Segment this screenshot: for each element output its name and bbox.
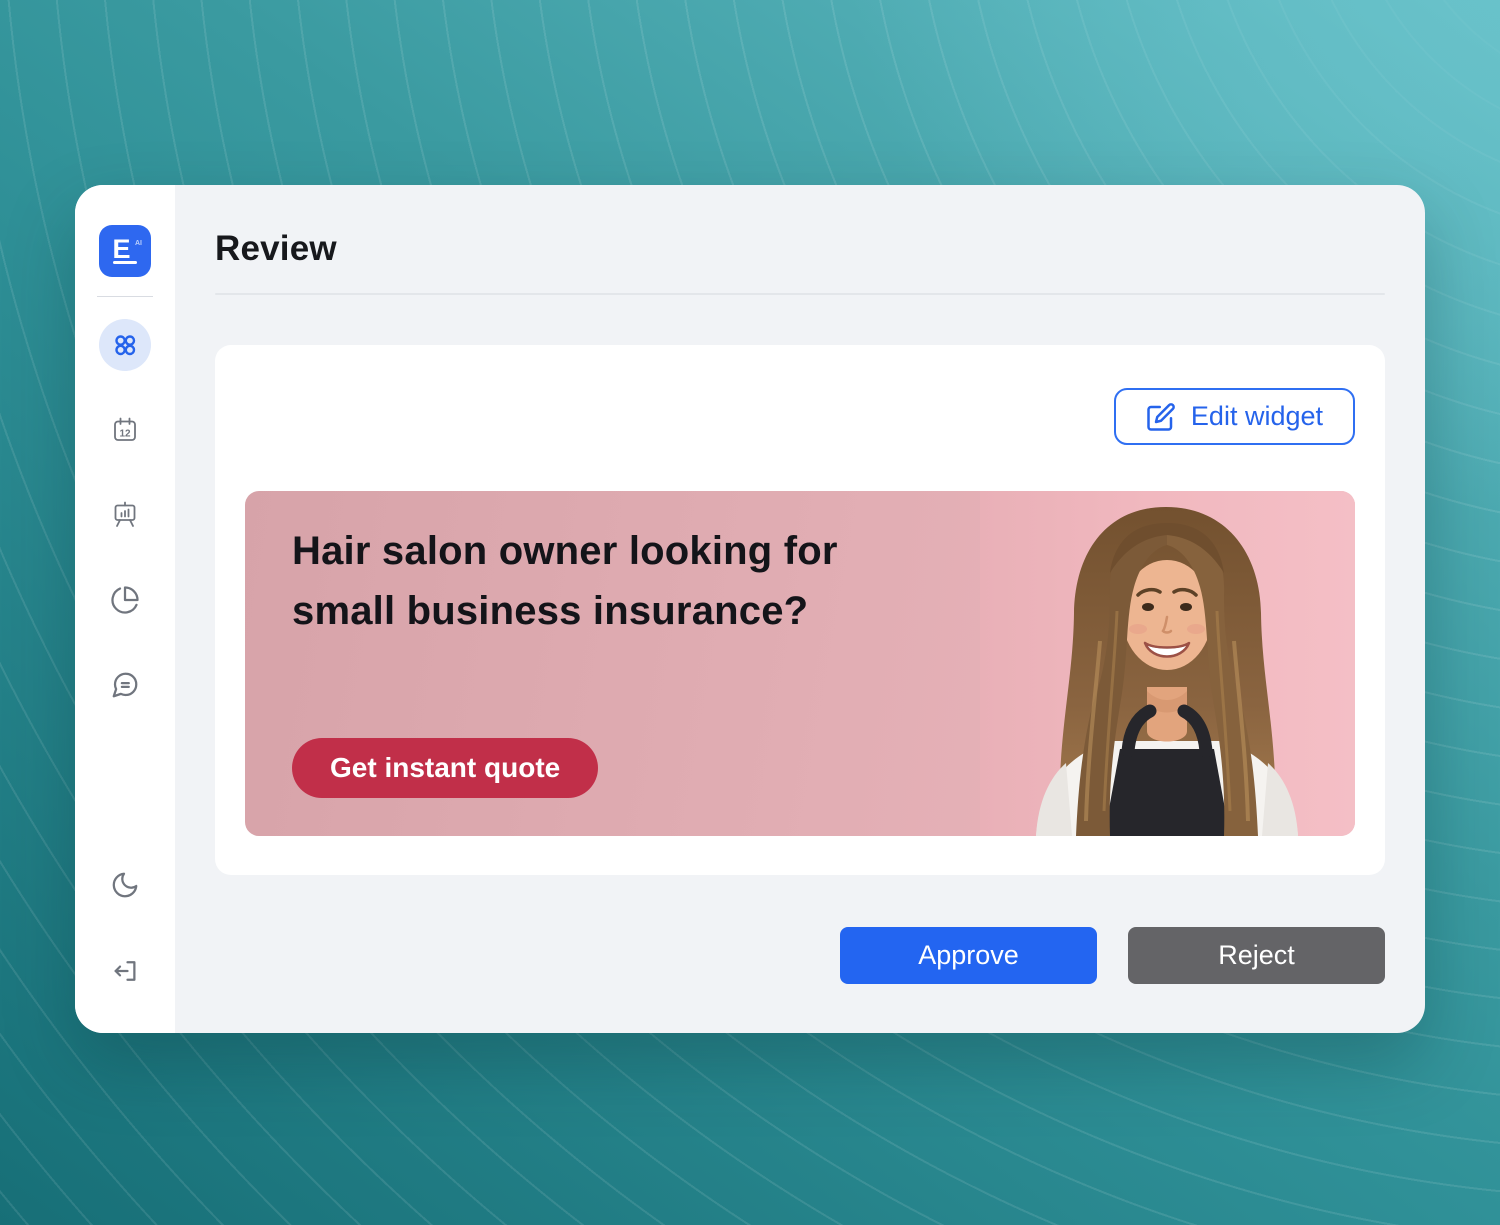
sidebar-item-messages[interactable] [99, 659, 151, 711]
dark-mode-toggle[interactable] [99, 859, 151, 911]
get-instant-quote-button[interactable]: Get instant quote [292, 738, 598, 798]
sidebar-nav: 12 [99, 319, 151, 711]
sidebar-item-presentation[interactable] [99, 489, 151, 541]
sidebar-footer [99, 859, 151, 997]
sidebar-item-analytics[interactable] [99, 574, 151, 626]
approve-button[interactable]: Approve [840, 927, 1097, 984]
logo-letter: E [112, 236, 130, 263]
sidebar: E AI 12 [75, 185, 175, 1033]
calendar-day-number: 12 [119, 429, 131, 440]
logo-ai-label: AI [135, 240, 142, 247]
logout-icon [110, 956, 140, 986]
page-title: Review [215, 229, 1385, 269]
grid-icon [110, 330, 140, 360]
header-divider [215, 293, 1385, 295]
chat-icon [110, 670, 140, 700]
app-logo[interactable]: E AI [99, 225, 151, 277]
logout-button[interactable] [99, 945, 151, 997]
app-window: E AI 12 [75, 185, 1425, 1033]
reject-button[interactable]: Reject [1128, 927, 1385, 984]
edit-pencil-icon [1146, 402, 1176, 432]
logo-underline [113, 261, 137, 265]
widget-review-card: Edit widget Hair salon owner looking for… [215, 345, 1385, 875]
review-actions: Approve Reject [215, 927, 1385, 984]
sidebar-item-calendar[interactable]: 12 [99, 404, 151, 456]
moon-icon [110, 870, 140, 900]
ad-banner-preview: Hair salon owner looking for small busin… [245, 491, 1355, 836]
pie-chart-icon [110, 585, 140, 615]
main-content: Review Edit widget Hair salon owner look… [175, 185, 1425, 1033]
calendar-icon: 12 [109, 414, 141, 446]
presentation-chart-icon [109, 499, 141, 531]
sidebar-item-dashboard[interactable] [99, 319, 151, 371]
desktop-background: { "app": { "logo": { "letter": "E", "sub… [0, 0, 1500, 1225]
edit-row: Edit widget [245, 388, 1355, 445]
edit-widget-button[interactable]: Edit widget [1114, 388, 1355, 445]
edit-widget-label: Edit widget [1191, 401, 1323, 432]
banner-headline: Hair salon owner looking for small busin… [292, 521, 857, 641]
sidebar-divider [97, 296, 153, 297]
woman-photo-illustration [980, 491, 1355, 836]
